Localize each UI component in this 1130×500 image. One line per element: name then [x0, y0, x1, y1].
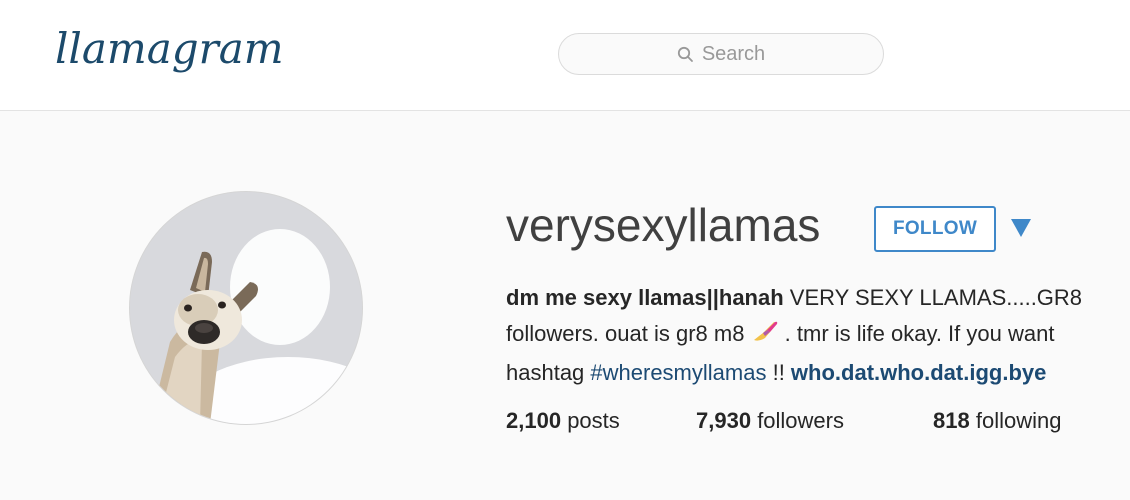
profile-stats: 2,100 posts 7,930 followers 818 followin… [506, 408, 1061, 434]
bio-text: hashtag [506, 360, 591, 385]
search-icon [677, 46, 694, 63]
following-count: 818 [933, 408, 970, 433]
top-navigation-bar: llamagram Search [0, 0, 1130, 111]
stat-posts: 2,100 posts [506, 408, 696, 434]
profile-bio: dm me sexy llamas||hanah VERY SEXY LLAMA… [506, 280, 1130, 391]
follow-button[interactable]: FOLLOW [874, 206, 996, 252]
bio-text: . tmr is life okay. If you want [778, 321, 1055, 346]
website-link[interactable]: who.dat.who.dat.igg.bye [791, 360, 1046, 385]
profile-avatar[interactable] [130, 192, 362, 424]
stat-following[interactable]: 818 following [933, 408, 1061, 434]
posts-count: 2,100 [506, 408, 562, 433]
bio-name: dm me sexy llamas||hanah [506, 285, 784, 310]
bio-line-1: dm me sexy llamas||hanah VERY SEXY LLAMA… [506, 280, 1130, 316]
search-input[interactable]: Search [558, 33, 884, 75]
following-label: following [975, 408, 1062, 433]
bio-text: VERY SEXY LLAMAS.....GR8 [783, 285, 1083, 310]
followers-count: 7,930 [696, 408, 752, 433]
hashtag-link[interactable]: #wheresmyllamas [590, 360, 766, 385]
caret-down-icon[interactable] [1009, 217, 1033, 239]
bio-line-2: followers. ouat is gr8 m8 . tmr is life … [506, 316, 1130, 355]
llama-photo [130, 192, 362, 424]
bio-text: !! [766, 360, 791, 385]
bio-line-3: hashtag #wheresmyllamas !! who.dat.who.d… [506, 355, 1130, 391]
followers-label: followers [757, 408, 844, 433]
app-logo[interactable]: llamagram [55, 28, 284, 70]
posts-label: posts [567, 408, 620, 433]
search-placeholder: Search [701, 42, 766, 65]
profile-username: verysexyllamas [506, 199, 821, 251]
nail-polish-emoji [751, 319, 779, 355]
bio-text: followers. ouat is gr8 m8 [506, 321, 751, 346]
stat-followers[interactable]: 7,930 followers [696, 408, 933, 434]
